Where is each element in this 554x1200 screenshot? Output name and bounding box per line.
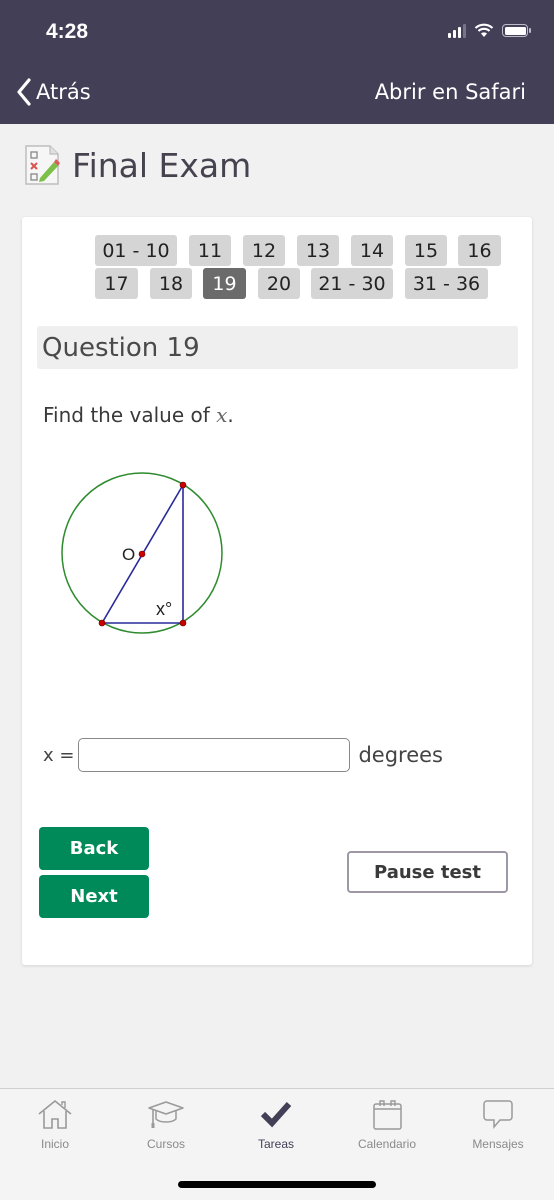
point-bottom-left [98,619,106,627]
tab-mensajes-label: Mensajes [472,1137,524,1151]
tab-calendario-label: Calendario [357,1137,417,1151]
page-pill-19-current[interactable]: 19 [203,268,246,299]
answer-label: x = [43,744,75,766]
tab-cursos[interactable]: Cursos [116,1097,216,1151]
chat-bubble-icon [483,1100,513,1130]
back-nav-label: Atrás [36,80,91,104]
status-time: 4:28 [46,20,89,43]
page-pill-31-36[interactable]: 31 - 36 [405,268,488,299]
open-in-safari-button[interactable]: Abrir en Safari [375,80,526,104]
page-pill-16[interactable]: 16 [458,235,501,266]
calendar-icon [373,1100,402,1130]
back-nav-button[interactable]: Atrás [16,78,91,106]
graduation-cap-icon [148,1101,184,1128]
tab-inicio[interactable]: Inicio [5,1097,105,1151]
checkmark-icon [260,1101,292,1128]
question-prompt: Find the value of x. [43,403,234,427]
page-pill-12[interactable]: 12 [243,235,285,266]
status-icons [448,23,531,38]
cellular-signal-icon [448,23,466,38]
point-bottom-right [179,619,187,627]
pause-test-button[interactable]: Pause test [347,851,508,893]
answer-input[interactable] [78,738,351,772]
page-title: Final Exam [72,145,252,185]
point-top-right [179,481,187,489]
tab-tareas[interactable]: Tareas [226,1097,326,1151]
page-header: Final Exam [24,144,251,186]
back-button[interactable]: Back [39,827,149,870]
tab-inicio-label: Inicio [40,1137,69,1151]
page-pill-15[interactable]: 15 [405,235,447,266]
battery-icon [502,24,531,37]
center-label: O [122,545,135,564]
page-pill-11[interactable]: 11 [189,235,231,266]
top-bar: 4:28 Atrás Abrir en Safari [0,0,554,124]
tab-cursos-label: Cursos [146,1137,185,1151]
answer-unit: degrees [358,743,444,767]
page-pill-18[interactable]: 18 [150,268,192,299]
chevron-left-icon [17,78,31,106]
question-prompt-end: . [227,403,234,427]
tab-mensajes[interactable]: Mensajes [448,1097,548,1151]
home-indicator[interactable] [178,1181,376,1188]
page-pill-21-30[interactable]: 21 - 30 [311,268,393,299]
page-pill-17[interactable]: 17 [95,268,138,299]
page-pill-20[interactable]: 20 [258,268,300,299]
question-heading: Question 19 [37,326,518,369]
tab-tareas-label: Tareas [257,1137,295,1151]
page-pill-14[interactable]: 14 [351,235,393,266]
geometry-figure: O x° [61,472,223,634]
angle-label: x° [156,599,172,619]
answer-row: x = degrees [43,738,443,772]
quiz-checklist-icon [25,145,60,185]
page-pill-01-10[interactable]: 01 - 10 [95,235,177,266]
tab-calendario[interactable]: Calendario [337,1097,437,1151]
question-prompt-text: Find the value of [43,403,217,427]
question-variable: x [216,403,228,427]
home-icon [38,1100,72,1129]
point-center [138,550,146,558]
wifi-icon [474,23,494,37]
next-button[interactable]: Next [39,875,149,918]
page-pill-13[interactable]: 13 [297,235,339,266]
question-card: 01 - 10 11 12 13 14 15 16 17 18 19 20 21… [22,217,532,965]
